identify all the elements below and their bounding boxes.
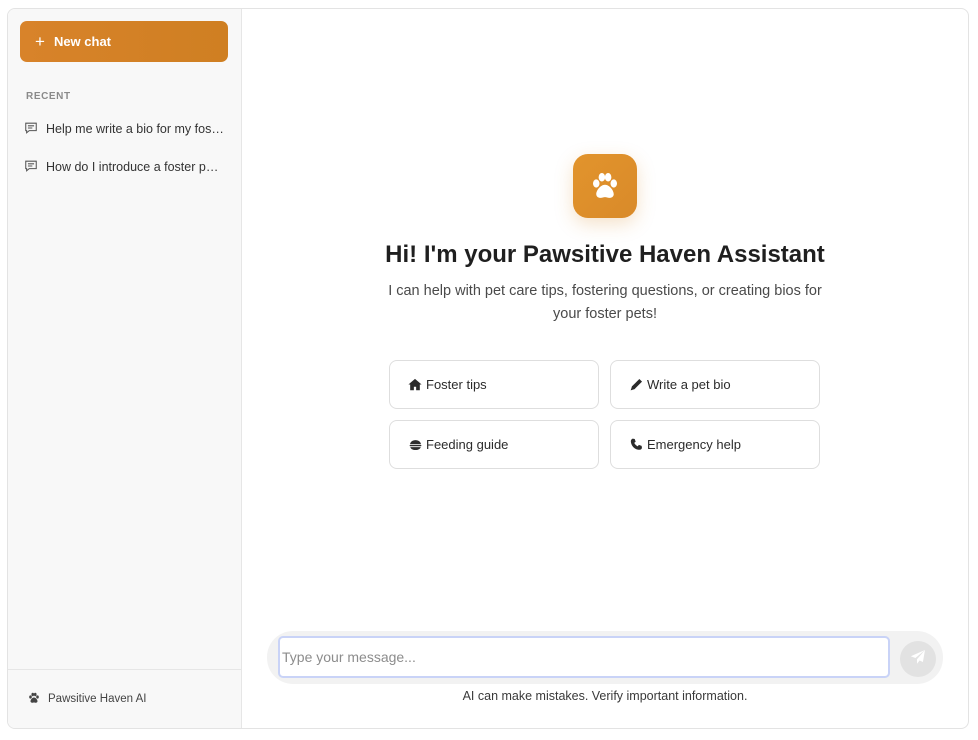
- chat-main: Hi! I'm your Pawsitive Haven Assistant I…: [242, 9, 968, 728]
- ai-disclaimer: AI can make mistakes. Verify important i…: [462, 689, 748, 703]
- suggestion-label: Foster tips: [426, 377, 487, 392]
- sidebar: + New chat RECENT Help me write a bio fo…: [8, 9, 242, 728]
- plus-icon: +: [35, 32, 45, 51]
- paw-icon: [28, 692, 40, 707]
- welcome-title: Hi! I'm your Pawsitive Haven Assistant: [385, 241, 825, 268]
- history-item-label: Help me write a bio for my foster pet: [46, 122, 224, 136]
- phone-icon: [629, 438, 643, 452]
- home-icon: [408, 378, 422, 392]
- suggestion-write-pet-bio[interactable]: Write a pet bio: [610, 360, 820, 409]
- history-item[interactable]: Help me write a bio for my foster pet: [24, 116, 228, 142]
- message-composer: [267, 631, 943, 684]
- chat-bubble-icon: [24, 159, 38, 176]
- send-button[interactable]: [900, 641, 936, 677]
- history-item-label: How do I introduce a foster pet to my ot…: [46, 160, 224, 174]
- history-item[interactable]: How do I introduce a foster pet to my ot…: [24, 154, 228, 180]
- recent-heading: RECENT: [26, 91, 71, 102]
- suggestion-label: Emergency help: [647, 437, 741, 452]
- send-icon: [910, 649, 926, 670]
- suggestion-label: Feeding guide: [426, 437, 509, 452]
- message-input[interactable]: [278, 636, 890, 678]
- chat-bubble-icon: [24, 121, 38, 138]
- paw-icon: [573, 154, 637, 218]
- bowl-icon: [408, 438, 422, 452]
- new-chat-label: New chat: [53, 34, 112, 49]
- welcome-subtitle: I can help with pet care tips, fostering…: [388, 283, 822, 322]
- app-window: + New chat RECENT Help me write a bio fo…: [7, 8, 969, 729]
- new-chat-button[interactable]: + New chat: [20, 21, 228, 62]
- pencil-icon: [629, 378, 643, 392]
- suggestion-label: Write a pet bio: [647, 377, 731, 392]
- suggestion-foster-tips[interactable]: Foster tips: [389, 360, 599, 409]
- suggestion-feeding-guide[interactable]: Feeding guide: [389, 420, 599, 469]
- sidebar-footer: Pawsitive Haven AI: [8, 669, 241, 728]
- footer-brand-label: Pawsitive Haven AI: [48, 693, 147, 705]
- suggestion-emergency-help[interactable]: Emergency help: [610, 420, 820, 469]
